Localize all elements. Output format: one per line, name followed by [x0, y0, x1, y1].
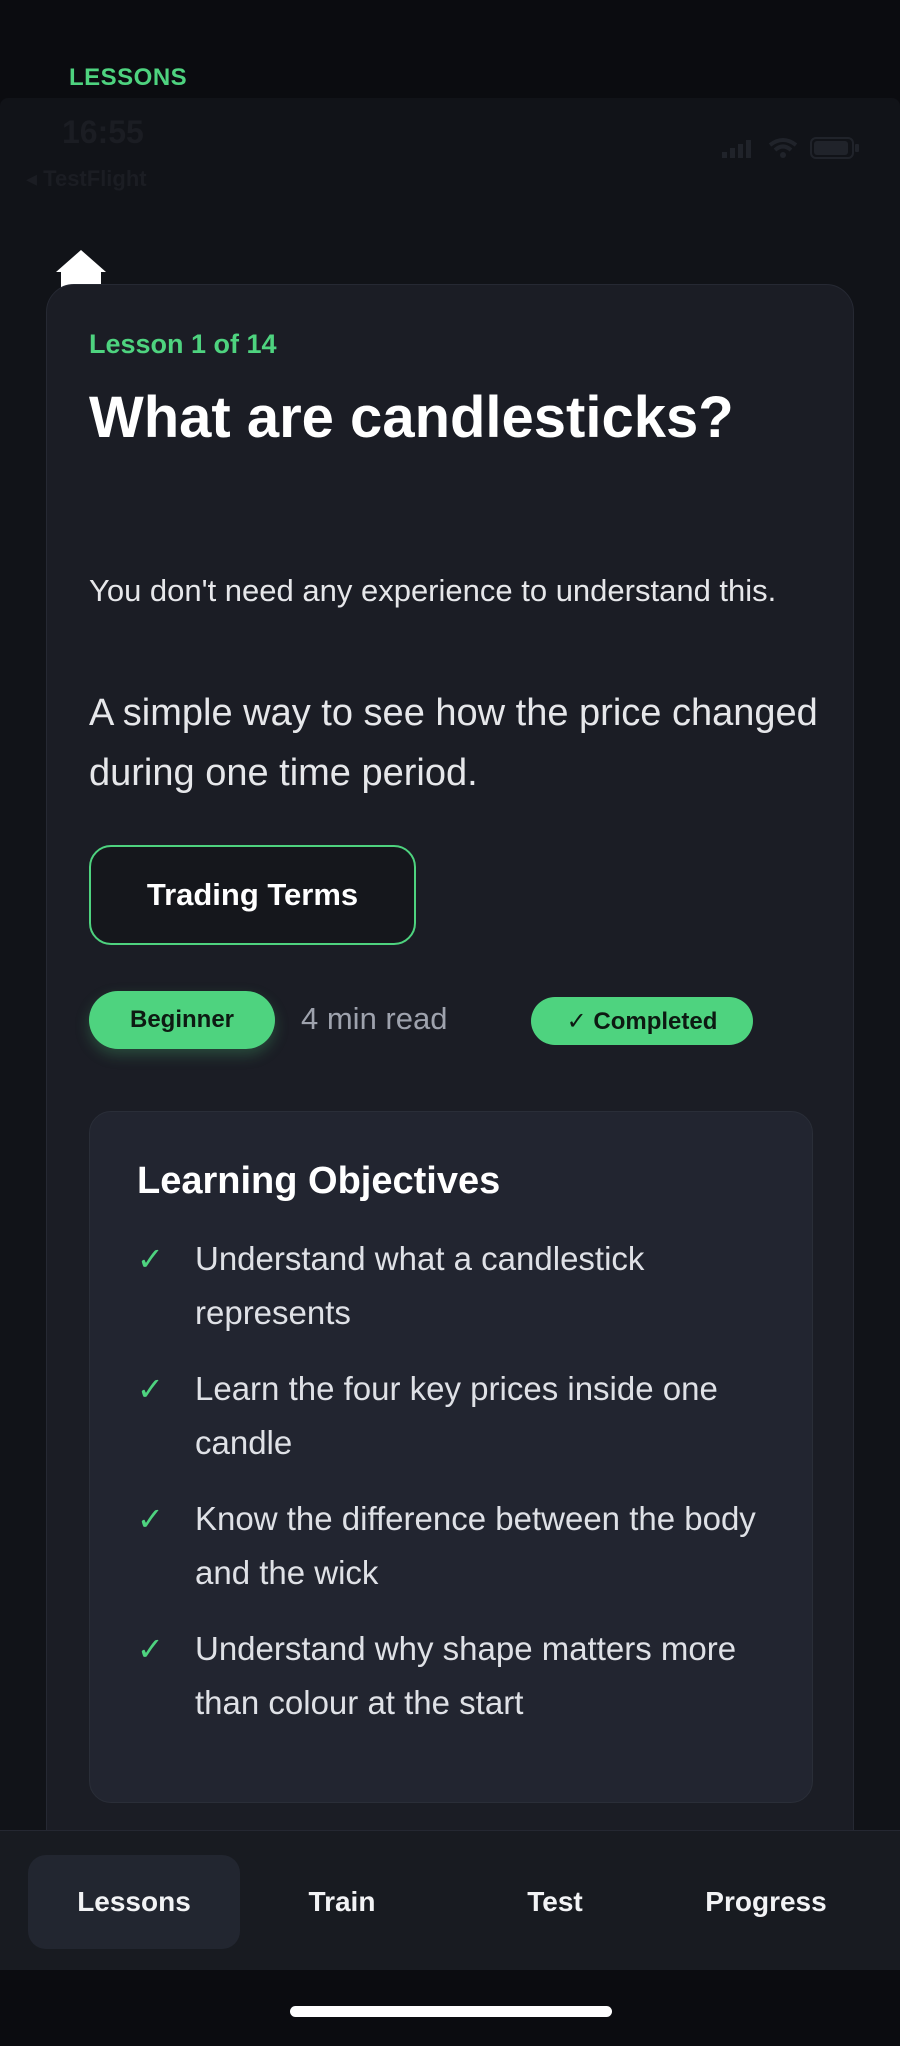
tab-test[interactable]: Test — [449, 1855, 661, 1949]
battery-icon — [810, 137, 859, 159]
objective-item: ✓ Understand what a candlestick represen… — [137, 1232, 777, 1340]
tab-label: Lessons — [77, 1886, 191, 1917]
status-bar: 16:55 ◂ TestFlight — [0, 98, 900, 191]
objective-item: ✓ Learn the four key prices inside one c… — [137, 1362, 777, 1470]
lesson-card: Lesson 1 of 14 What are candlesticks? Yo… — [46, 284, 854, 1934]
learning-objectives-panel: Learning Objectives ✓ Understand what a … — [89, 1111, 813, 1803]
lesson-count: Lesson 1 of 14 — [89, 329, 277, 359]
tab-bar: Lessons Train Test Progress — [0, 1830, 900, 1970]
objective-item: ✓ Understand why shape matters more than… — [137, 1622, 777, 1730]
check-icon: ✓ — [137, 1631, 164, 1667]
read-time: 4 min read — [301, 1001, 448, 1036]
status-time: 16:55 — [62, 114, 144, 150]
tab-label: Train — [308, 1886, 376, 1917]
home-indicator[interactable] — [290, 2006, 612, 2017]
lesson-screen: 16:55 ◂ TestFlight Lesson 1 of 14 What a… — [0, 98, 900, 2046]
objective-item: ✓ Know the difference between the body a… — [137, 1492, 777, 1600]
tab-lessons[interactable]: Lessons — [28, 1855, 240, 1949]
tab-label: Test — [527, 1886, 583, 1917]
objective-text: Learn the four key prices inside one can… — [195, 1370, 718, 1461]
check-icon: ✓ — [137, 1371, 164, 1407]
completed-badge: ✓ Completed — [531, 997, 753, 1045]
objective-text: Understand what a candlestick represents — [195, 1240, 645, 1331]
objective-text: Know the difference between the body and… — [195, 1500, 756, 1591]
check-icon: ✓ — [137, 1501, 164, 1537]
section-label: LESSONS — [69, 64, 188, 91]
app-screen: LESSONS 16:55 ◂ TestFlight Lesson 1 of 1… — [0, 0, 900, 2046]
signal-icon — [722, 140, 751, 158]
level-badge: Beginner — [89, 991, 275, 1049]
home-indicator-zone — [0, 1970, 900, 2046]
tab-train[interactable]: Train — [236, 1855, 448, 1949]
objectives-title: Learning Objectives — [137, 1160, 501, 1202]
status-icons — [722, 136, 860, 160]
lesson-title: What are candlesticks? — [89, 385, 734, 450]
tab-label: Progress — [705, 1886, 827, 1917]
check-icon: ✓ — [137, 1241, 164, 1277]
lesson-intro: You don't need any experience to underst… — [89, 573, 777, 608]
top-strip: LESSONS — [0, 0, 900, 98]
objective-list: ✓ Understand what a candlestick represen… — [137, 1232, 777, 1752]
wifi-icon — [768, 138, 798, 158]
trading-terms-label: Trading Terms — [146, 877, 359, 912]
back-to-app-link[interactable]: ◂ TestFlight — [26, 166, 147, 192]
objective-text: Understand why shape matters more than c… — [195, 1630, 737, 1721]
trading-terms-button[interactable]: Trading Terms — [89, 845, 416, 945]
lesson-meta: Beginner 4 min read ✓ Completed — [89, 991, 829, 1051]
lesson-summary: A simple way to see how the price change… — [89, 692, 818, 794]
tab-progress[interactable]: Progress — [660, 1855, 872, 1949]
